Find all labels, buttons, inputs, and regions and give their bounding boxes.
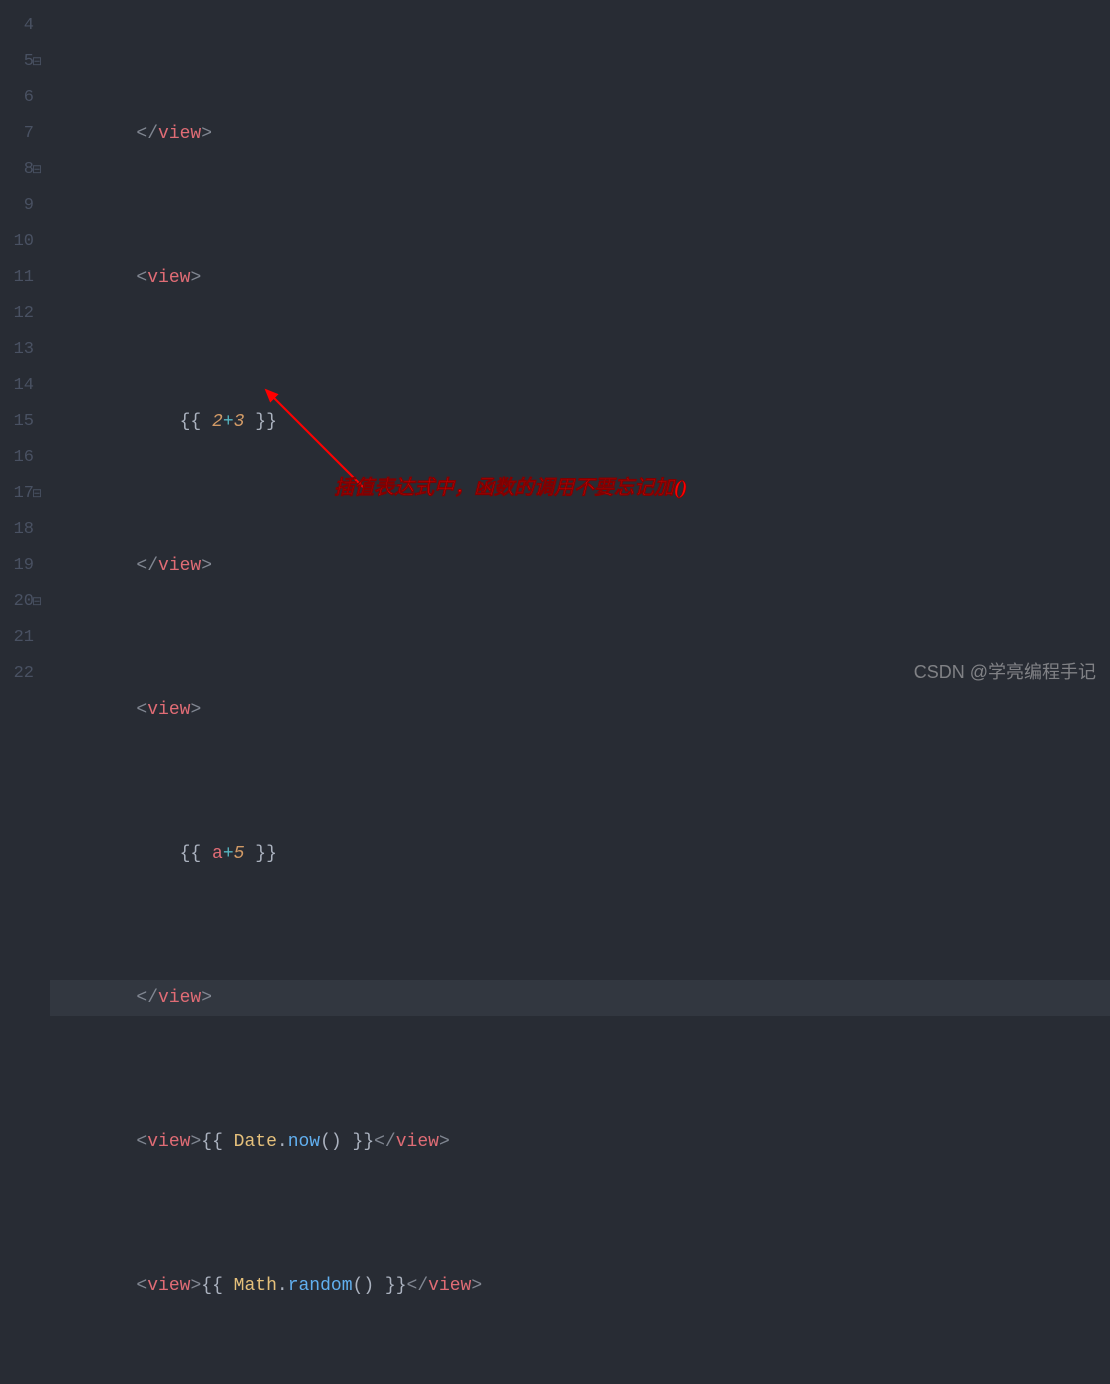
code-line: {{ a+5 }}: [50, 836, 1110, 872]
code-editor: 4 5⊟ 6 7 8⊟ 9 10 11 12 13 14 15 16 17⊟ 1…: [0, 0, 1110, 692]
line-number: 17⊟: [4, 476, 34, 512]
code-line: <view>: [50, 692, 1110, 728]
line-number: 11: [4, 260, 34, 296]
line-number: 9: [4, 188, 34, 224]
watermark: CSDN @学亮编程手记: [914, 658, 1096, 684]
code-line: </view>: [50, 548, 1110, 584]
line-number: 8⊟: [4, 152, 34, 188]
line-number: 12: [4, 296, 34, 332]
line-number: 7: [4, 116, 34, 152]
code-line: </view>: [50, 980, 1110, 1016]
code-line: </view>: [50, 116, 1110, 152]
line-number: 19: [4, 548, 34, 584]
line-number-gutter: 4 5⊟ 6 7 8⊟ 9 10 11 12 13 14 15 16 17⊟ 1…: [0, 0, 44, 692]
fold-marker-icon: ⊟: [32, 476, 42, 512]
line-number: 20⊟: [4, 584, 34, 620]
line-number: 22: [4, 656, 34, 692]
line-number: 16: [4, 440, 34, 476]
code-line: {{ 2+3 }}: [50, 404, 1110, 440]
line-number: 5⊟: [4, 44, 34, 80]
annotation-text: 插值表达式中，函数的调用不要忘记加(): [334, 470, 687, 506]
line-number: 4: [4, 8, 34, 44]
line-number: 10: [4, 224, 34, 260]
fold-marker-icon: ⊟: [32, 44, 42, 80]
line-number: 15: [4, 404, 34, 440]
line-number: 13: [4, 332, 34, 368]
code-line: <view>: [50, 260, 1110, 296]
fold-marker-icon: ⊟: [32, 584, 42, 620]
fold-marker-icon: ⊟: [32, 152, 42, 188]
line-number: 21: [4, 620, 34, 656]
code-area[interactable]: </view> <view> {{ 2+3 }} </view> <view> …: [44, 0, 1110, 692]
code-line: <view>{{ Math.random() }}</view>: [50, 1268, 1110, 1304]
line-number: 18: [4, 512, 34, 548]
line-number: 14: [4, 368, 34, 404]
code-line: <view>{{ Date.now() }}</view>: [50, 1124, 1110, 1160]
line-number: 6: [4, 80, 34, 116]
